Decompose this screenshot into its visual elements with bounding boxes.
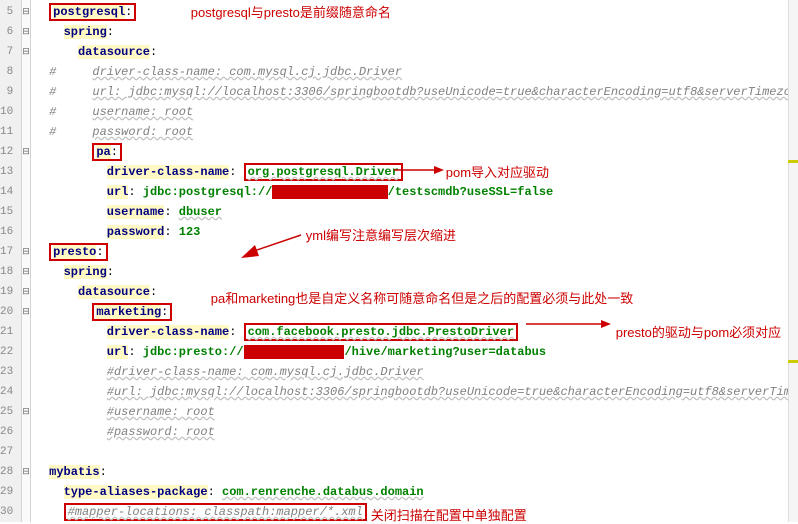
val-driver-pg: org.postgresql.Driver — [248, 165, 399, 179]
key-spring: spring — [64, 25, 107, 39]
line-number: 6 — [0, 22, 21, 42]
line-number: 25 — [0, 402, 21, 422]
key-pa: pa — [96, 145, 110, 159]
fold-toggle[interactable]: ⊟ — [22, 262, 30, 282]
line-number: 15 — [0, 202, 21, 222]
annotation: yml编写注意编写层次缩进 — [306, 225, 456, 244]
fold-toggle[interactable]: ⊟ — [22, 302, 30, 322]
line-number: 8 — [0, 62, 21, 82]
fold-toggle[interactable]: ⊟ — [22, 142, 30, 162]
comment-line: #password: root — [107, 425, 215, 439]
line-number: 26 — [0, 422, 21, 442]
comment-line: #driver-class-name: com.mysql.cj.jdbc.Dr… — [107, 365, 424, 379]
annotation: pom导入对应驱动 — [446, 162, 549, 181]
key-postgresql: postgresql — [53, 5, 125, 19]
code-editor: 5 6 7 8 9 10 11 12 13 14 15 16 17 18 19 … — [0, 0, 798, 522]
line-number: 11 — [0, 122, 21, 142]
scrollbar[interactable] — [788, 0, 798, 522]
fold-toggle[interactable]: ⊟ — [22, 22, 30, 42]
val-url: jdbc:presto:// — [143, 345, 244, 359]
line-number: 7 — [0, 42, 21, 62]
key-driver: driver-class-name — [107, 165, 229, 179]
key-url: url — [107, 345, 129, 359]
key-driver: driver-class-name — [107, 325, 229, 339]
key-spring: spring — [64, 265, 107, 279]
line-number: 17 — [0, 242, 21, 262]
line-number: 24 — [0, 382, 21, 402]
fold-toggle[interactable]: ⊟ — [22, 462, 30, 482]
scroll-marker — [788, 360, 798, 363]
line-number: 30 — [0, 502, 21, 522]
fold-toggle[interactable]: ⊟ — [22, 42, 30, 62]
comment-line: driver-class-name: com.mysql.cj.jdbc.Dri… — [92, 65, 402, 79]
comment-line: username: root — [92, 105, 193, 119]
key-typealias: type-aliases-package — [64, 485, 208, 499]
val-url: /testscmdb?useSSL=false — [388, 185, 554, 199]
redacted: xxxxxxxxxxxxxx — [244, 345, 345, 359]
line-number: 12 — [0, 142, 21, 162]
key-datasource: datasource — [78, 285, 150, 299]
line-number: 16 — [0, 222, 21, 242]
comment-line: #url: jdbc:mysql://localhost:3306/spring… — [107, 385, 798, 399]
line-number: 21 — [0, 322, 21, 342]
key-datasource: datasource — [78, 45, 150, 59]
comment-line: url: jdbc:mysql://localhost:3306/springb… — [92, 85, 798, 99]
annotation: pa和marketing也是自定义名称可随意命名但是之后的配置必须与此处一致 — [211, 288, 634, 307]
key-mybatis: mybatis — [49, 465, 99, 479]
key-username: username — [107, 205, 165, 219]
fold-toggle[interactable]: ⊟ — [22, 282, 30, 302]
comment-mapper: #mapper-locations: classpath:mapper/*.xm… — [68, 505, 363, 519]
line-number: 29 — [0, 482, 21, 502]
scroll-marker — [788, 160, 798, 163]
comment-line: password: root — [92, 125, 193, 139]
val-url: /hive/marketing?user=databus — [344, 345, 546, 359]
line-number-gutter: 5 6 7 8 9 10 11 12 13 14 15 16 17 18 19 … — [0, 0, 22, 522]
line-number: 9 — [0, 82, 21, 102]
fold-gutter: ⊟ ⊟ ⊟ ⊟ ⊟ ⊟ ⊟ ⊟ ⊟ ⊟ — [22, 0, 31, 522]
line-number: 28 — [0, 462, 21, 482]
line-number: 23 — [0, 362, 21, 382]
line-number: 14 — [0, 182, 21, 202]
fold-toggle[interactable]: ⊟ — [22, 2, 30, 22]
comment-line: #username: root — [107, 405, 215, 419]
key-password: password — [107, 225, 165, 239]
annotation: 关闭扫描在配置中单独配置 — [371, 505, 527, 524]
val-username: dbuser — [179, 205, 222, 219]
key-url: url — [107, 185, 129, 199]
line-number: 18 — [0, 262, 21, 282]
code-area[interactable]: postgresql: spring: datasource: # driver… — [31, 0, 798, 522]
line-number: 10 — [0, 102, 21, 122]
line-number: 27 — [0, 442, 21, 462]
line-number: 22 — [0, 342, 21, 362]
fold-toggle[interactable]: ⊟ — [22, 402, 30, 422]
val-url: jdbc:postgresql:// — [143, 185, 273, 199]
val-driver-presto: com.facebook.presto.jdbc.PrestoDriver — [248, 325, 514, 339]
line-number: 13 — [0, 162, 21, 182]
key-marketing: marketing — [96, 305, 161, 319]
annotation: presto的驱动与pom必须对应 — [616, 322, 781, 341]
redacted: xxxxxxxxxxxxxxxx — [272, 185, 387, 199]
line-number: 5 — [0, 2, 21, 22]
key-presto: presto — [53, 245, 96, 259]
val-typealias: com.renrenche.databus.domain — [222, 485, 424, 499]
line-number: 19 — [0, 282, 21, 302]
val-password: 123 — [179, 225, 201, 239]
line-number: 20 — [0, 302, 21, 322]
fold-toggle[interactable]: ⊟ — [22, 242, 30, 262]
annotation: postgresql与presto是前缀随意命名 — [191, 2, 391, 21]
